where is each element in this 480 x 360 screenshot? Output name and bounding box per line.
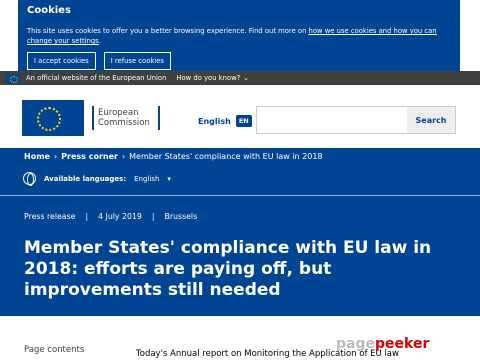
site-header: European Commission English EN Search <box>0 85 480 148</box>
article-date: 4 July 2019 <box>98 212 142 221</box>
breadcrumb-press-corner[interactable]: Press corner <box>61 152 118 161</box>
caret-down-icon: ▾ <box>167 174 171 183</box>
cookie-period: . <box>98 37 101 45</box>
meta-separator: | <box>151 212 155 221</box>
breadcrumb-separator-icon: › <box>121 152 126 161</box>
search-input[interactable] <box>257 107 407 133</box>
watermark-logo: pagepeeker <box>336 336 429 352</box>
available-languages-value: English <box>134 174 160 183</box>
divider <box>0 195 480 196</box>
available-languages[interactable]: Available languages: English ▾ <box>23 172 171 186</box>
logo-line2: Commission <box>98 118 150 128</box>
watermark-part-a: page <box>336 336 375 352</box>
available-languages-label: Available languages: <box>44 174 127 183</box>
eu-official-banner: An official website of the European Unio… <box>0 71 480 85</box>
breadcrumb-current: Member States' compliance with EU law in… <box>129 152 323 161</box>
language-selector[interactable]: English EN <box>198 115 252 127</box>
ec-logo[interactable]: European Commission <box>22 100 160 136</box>
article-place: Brussels <box>164 212 198 221</box>
language-label: English <box>198 116 231 126</box>
article-meta: Press release | 4 July 2019 | Brussels <box>24 212 197 221</box>
eu-flag-logo-icon <box>22 100 84 136</box>
cookie-text: This site uses cookies to offer you a be… <box>27 26 451 46</box>
accept-cookies-button[interactable]: I accept cookies <box>27 52 96 70</box>
how-do-you-know-label: How do you know? <box>176 74 241 82</box>
breadcrumb-home[interactable]: Home <box>24 152 50 161</box>
globe-icon <box>23 172 36 186</box>
logo-divider-right <box>157 106 160 130</box>
cookie-body: This site uses cookies to offer you a be… <box>27 27 307 35</box>
cookie-banner: Cookies This site uses cookies to offer … <box>18 0 460 72</box>
how-do-you-know-button[interactable]: How do you know? ⌄ <box>176 74 249 82</box>
refuse-cookies-button[interactable]: I refuse cookies <box>103 52 171 70</box>
logo-line1: European <box>98 108 139 118</box>
cookie-buttons: I accept cookies I refuse cookies <box>27 52 451 70</box>
chevron-down-icon: ⌄ <box>243 74 249 82</box>
breadcrumb: Home › Press corner › Member States' com… <box>24 152 323 161</box>
page-header-area: Home › Press corner › Member States' com… <box>0 148 480 316</box>
logo-text: European Commission <box>98 108 150 128</box>
official-site-text: An official website of the European Unio… <box>26 74 167 82</box>
cookie-title: Cookies <box>27 5 71 16</box>
watermark-part-b: peeker <box>375 336 430 352</box>
page-contents-heading: Page contents <box>24 345 85 355</box>
search-form: Search <box>256 106 456 134</box>
page-title: Member States' compliance with EU law in… <box>24 238 432 300</box>
article-type: Press release <box>24 212 76 221</box>
breadcrumb-separator-icon: › <box>53 152 58 161</box>
search-button[interactable]: Search <box>407 107 455 133</box>
language-code-badge: EN <box>235 115 252 127</box>
logo-divider <box>92 106 94 130</box>
page-body: Page contents Today's Annual report on M… <box>0 316 480 360</box>
meta-separator: | <box>85 212 89 221</box>
eu-flag-icon <box>6 73 20 83</box>
